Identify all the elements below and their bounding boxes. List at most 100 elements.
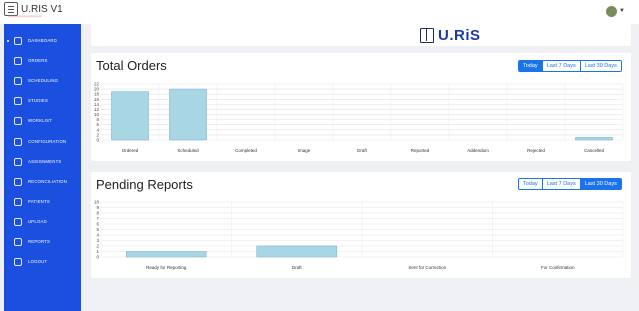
studies-icon [14,97,22,106]
sidebar-item-label: STUDIES [28,98,49,104]
y-tick-label: 6 [96,122,99,127]
sidebar-item-label: WORKLIST [28,118,53,124]
sidebar-item-patients[interactable]: PATIENTS [4,195,81,209]
y-tick-label: 10 [94,112,100,117]
reports-icon [14,238,22,246]
y-tick-label: 9 [96,205,99,210]
pending-reports-card: Pending Reports Today Last 7 Days Last 3… [91,172,631,278]
worklist-icon [14,117,22,126]
pending-reports-filter: Today Last 7 Days Last 30 Days [518,178,622,190]
x-tick-label: Completed [235,148,257,153]
y-tick-label: 1 [96,249,99,254]
x-tick-label: Sent for Correction [408,265,446,270]
x-tick-label: Draft [357,148,368,153]
book-logo-icon [420,28,434,43]
patients-icon [14,197,22,206]
y-tick-label: 5 [96,227,99,232]
y-tick-label: 0 [96,138,99,143]
bar-cancelled[interactable] [575,137,613,141]
chevron-down-icon[interactable]: ▼ [619,8,625,14]
sidebar-item-logout[interactable]: LOGOUT [4,255,81,269]
sidebar-item-orders[interactable]: ORDERS [4,54,81,68]
sidebar-item-label: UPLOAD [28,218,47,224]
logo-banner: U.RiS [91,24,631,46]
x-tick-label: Addendum [467,148,489,153]
bar-ordered[interactable] [111,91,149,141]
x-tick-label: Ready for Reporting [146,265,187,270]
sidebar-item-reports[interactable]: REPORTS [4,235,81,249]
total-orders-card: Total Orders Today Last 7 Days Last 30 D… [91,53,631,161]
y-tick-label: 4 [96,127,99,132]
y-tick-label: 14 [94,102,100,107]
total-orders-title: Total Orders [96,58,167,73]
top-bar: U.RIS V1 ••••••••••••••• ▼ [0,0,639,24]
assignments-icon [14,157,22,166]
filter-today[interactable]: Today [519,179,543,189]
sidebar-item-label: SCHEDULING [28,78,59,84]
bar-ready-for-reporting[interactable] [125,251,207,258]
orders-icon [14,57,22,66]
configuration-icon [14,137,22,146]
active-indicator [7,40,9,42]
y-tick-label: 4 [96,233,99,238]
sidebar-item-label: RECONCILIATION [28,178,68,184]
filter-last-30-days[interactable]: Last 30 Days [580,179,621,189]
x-tick-label: Reported [411,148,430,153]
total-orders-filter: Today Last 7 Days Last 30 Days [518,60,622,72]
dashboard-icon [14,37,22,45]
x-tick-label: Image [298,148,311,153]
sidebar-item-assignments[interactable]: ASSIGNMENTS [4,155,81,169]
x-tick-label: Rejected [527,148,545,153]
sidebar-item-label: LOGOUT [28,259,48,265]
x-tick-label: For Confirmation [541,265,575,270]
sidebar-item-configuration[interactable]: CONFIGURATION [4,135,81,149]
y-tick-label: 8 [96,211,99,216]
x-tick-label: Draft [292,265,303,270]
brand-logo-text: U.RiS [438,27,481,44]
filter-last-30-days[interactable]: Last 30 Days [580,61,621,71]
filter-today[interactable]: Today [519,61,543,71]
calendar-icon [14,77,22,86]
pending-reports-chart: 012345678910 Ready for Reporting Draft Sent… [94,200,624,270]
link-icon [14,177,22,186]
sidebar-item-studies[interactable]: STUDIES [4,94,81,108]
sidebar-item-scheduling[interactable]: SCHEDULING [4,74,81,88]
y-tick-label: 18 [94,92,100,97]
y-tick-label: 2 [96,244,99,249]
sidebar-item-worklist[interactable]: WORKLIST [4,114,81,128]
x-tick-label: Cancelled [584,148,605,153]
y-tick-label: 8 [96,117,99,122]
sidebar-item-label: ORDERS [28,58,48,64]
y-tick-label: 7 [96,216,99,221]
sidebar-item-label: DASHBOARD [28,38,58,43]
y-tick-label: 12 [94,107,100,112]
x-tick-label: Ordered [122,148,139,153]
app-title: U.RIS V1 [21,3,63,15]
upload-icon [14,217,22,226]
filter-last-7-days[interactable]: Last 7 Days [542,61,581,71]
y-tick-label: 6 [96,222,99,227]
sidebar-item-dashboard[interactable]: DASHBOARD [4,34,81,48]
bar-draft[interactable] [256,245,338,258]
bar-scheduled[interactable] [169,88,207,141]
app-subtitle: ••••••••••••••• [8,14,42,20]
y-tick-label: 3 [96,238,99,243]
sidebar: DASHBOARD ORDERS SCHEDULING STUDIES WORKLIST… [4,24,81,311]
filter-last-7-days[interactable]: Last 7 Days [542,179,581,189]
sidebar-item-label: PATIENTS [28,198,50,204]
y-tick-label: 0 [96,255,99,260]
y-tick-label: 2 [96,132,99,137]
logout-icon [14,258,22,267]
y-tick-label: 10 [94,200,100,205]
sidebar-item-label: ASSIGNMENTS [28,158,62,164]
sidebar-item-upload[interactable]: UPLOAD [4,215,81,229]
sidebar-item-reconciliation[interactable]: RECONCILIATION [4,175,81,189]
sidebar-item-label: CONFIGURATION [28,138,67,144]
user-avatar[interactable] [606,6,617,17]
pending-reports-title: Pending Reports [96,177,193,192]
total-orders-chart: 0246810121416182022 Ordered Scheduled Compl… [94,82,624,153]
sidebar-item-label: REPORTS [28,239,51,244]
y-tick-label: 20 [94,87,100,92]
y-tick-label: 22 [94,82,100,87]
x-tick-label: Scheduled [177,148,199,153]
